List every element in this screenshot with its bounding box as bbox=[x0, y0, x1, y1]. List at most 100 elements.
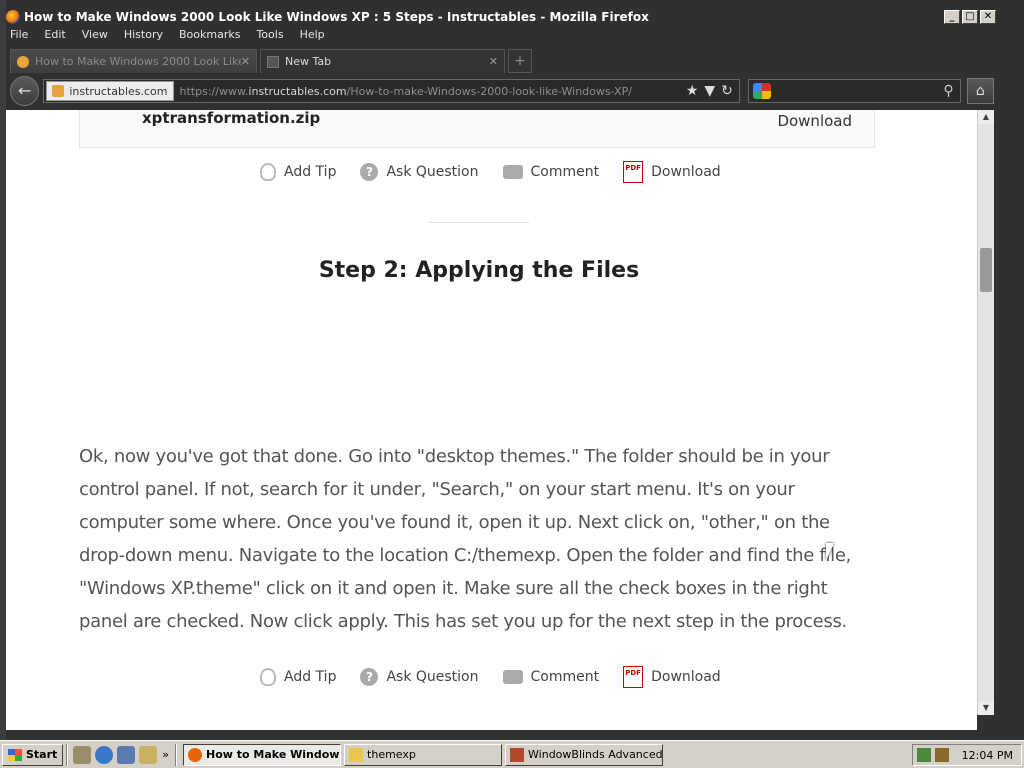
task-label: themexp bbox=[367, 748, 416, 761]
step-actions-bottom: Add Tip ? Ask Question Comment PDF Downloa… bbox=[260, 664, 745, 690]
url-bar[interactable]: instructables.com https://www.instructab… bbox=[43, 79, 740, 103]
history-dropdown-icon[interactable]: ▼ bbox=[704, 83, 715, 99]
site-identity-label: instructables.com bbox=[69, 84, 168, 98]
step-title: Step 2: Applying the Files bbox=[318, 258, 640, 283]
scroll-up-arrow-icon[interactable]: ▲ bbox=[978, 110, 994, 124]
ask-question-button[interactable]: ? Ask Question bbox=[360, 668, 479, 686]
taskbar-item-windowblinds[interactable]: WindowBlinds Advanced ... bbox=[505, 743, 664, 766]
comment-label: Comment bbox=[530, 669, 600, 685]
menu-tools[interactable]: Tools bbox=[256, 28, 283, 46]
menu-view[interactable]: View bbox=[82, 28, 108, 46]
file-name[interactable]: xptransformation.zip bbox=[142, 110, 320, 127]
title-bar[interactable]: How to Make Windows 2000 Look Like Windo… bbox=[6, 7, 996, 26]
volume-icon[interactable] bbox=[935, 748, 949, 762]
menu-history[interactable]: History bbox=[124, 28, 163, 46]
comment-button[interactable]: Comment bbox=[502, 164, 600, 180]
taskbar-item-themexp[interactable]: themexp bbox=[344, 743, 503, 766]
firefox-icon bbox=[188, 747, 203, 762]
menu-bookmarks[interactable]: Bookmarks bbox=[179, 28, 240, 46]
add-tip-label: Add Tip bbox=[284, 669, 337, 685]
tab-close-icon[interactable]: ✕ bbox=[489, 55, 498, 68]
taskbar-separator bbox=[175, 743, 178, 766]
quicklaunch-more-icon[interactable]: » bbox=[162, 748, 169, 761]
start-button[interactable]: Start bbox=[2, 743, 64, 766]
outlook-express-icon[interactable] bbox=[117, 745, 136, 764]
navigation-toolbar: ← instructables.com https://www.instruct… bbox=[10, 75, 994, 107]
instructables-favicon-icon bbox=[17, 55, 29, 68]
page-content: xptransformation.zip Download Add Tip ? A… bbox=[6, 110, 977, 730]
tab-label: How to Make Windows 2000 Look Like Wi... bbox=[35, 55, 241, 68]
add-tip-button[interactable]: Add Tip bbox=[260, 163, 336, 181]
maximize-button[interactable]: □ bbox=[962, 9, 978, 24]
page-icon bbox=[267, 55, 279, 68]
download-pdf-button[interactable]: PDF Download bbox=[623, 161, 721, 183]
mouse-cursor-icon bbox=[826, 543, 834, 561]
comment-button[interactable]: Comment bbox=[502, 669, 600, 685]
menu-edit[interactable]: Edit bbox=[44, 28, 65, 46]
file-download-button[interactable]: Download bbox=[777, 112, 852, 130]
pdf-icon: PDF bbox=[623, 161, 644, 183]
firefox-icon bbox=[6, 9, 20, 24]
scroll-down-arrow-icon[interactable]: ▼ bbox=[978, 701, 994, 715]
url-domain: instructables.com bbox=[248, 84, 347, 98]
minimize-button[interactable]: _ bbox=[944, 9, 960, 24]
network-icon[interactable] bbox=[917, 748, 931, 762]
reload-icon[interactable]: ↻ bbox=[721, 83, 733, 99]
tab-new-tab[interactable]: New Tab ✕ bbox=[260, 49, 505, 73]
menu-file[interactable]: File bbox=[10, 28, 28, 46]
ask-question-label: Ask Question bbox=[386, 669, 479, 685]
site-favicon-icon bbox=[52, 85, 65, 97]
folder-icon bbox=[349, 747, 364, 762]
home-button[interactable]: ⌂ bbox=[966, 78, 994, 104]
taskbar-separator bbox=[66, 743, 69, 766]
step-actions-top: Add Tip ? Ask Question Comment PDF Downloa… bbox=[260, 159, 745, 185]
taskbar-item-firefox[interactable]: How to Make Windows... bbox=[183, 743, 342, 766]
back-button[interactable]: ← bbox=[10, 76, 40, 106]
taskbar: Start » How to Make Windows... themexp W… bbox=[0, 740, 1024, 768]
tab-strip: How to Make Windows 2000 Look Like Wi...… bbox=[10, 49, 994, 73]
task-label: How to Make Windows... bbox=[206, 748, 340, 761]
search-box[interactable]: ⚲ bbox=[747, 79, 961, 103]
site-identity-button[interactable]: instructables.com bbox=[46, 81, 174, 101]
internet-explorer-icon[interactable] bbox=[95, 745, 114, 764]
add-tip-button[interactable]: Add Tip bbox=[260, 668, 336, 686]
tab-instructables[interactable]: How to Make Windows 2000 Look Like Wi...… bbox=[10, 49, 257, 73]
comment-icon bbox=[502, 670, 523, 684]
url-prefix: https://www. bbox=[179, 84, 249, 98]
windowblinds-icon bbox=[510, 747, 525, 762]
url-text[interactable]: https://www.instructables.com/How-to-mak… bbox=[180, 85, 680, 98]
new-tab-button[interactable]: + bbox=[508, 49, 532, 73]
menu-help[interactable]: Help bbox=[300, 28, 325, 46]
download-label: Download bbox=[651, 164, 721, 180]
google-search-engine-icon[interactable] bbox=[752, 83, 771, 99]
close-button[interactable]: ✕ bbox=[980, 9, 996, 24]
comment-icon bbox=[502, 165, 523, 179]
ask-question-button[interactable]: ? Ask Question bbox=[360, 163, 479, 181]
question-icon: ? bbox=[360, 668, 379, 686]
lightbulb-icon bbox=[260, 163, 276, 181]
url-bar-icons: ★ ▼ ↻ bbox=[680, 83, 733, 99]
scrollbar-thumb[interactable] bbox=[980, 248, 992, 292]
comment-label: Comment bbox=[530, 164, 600, 180]
vertical-scrollbar[interactable]: ▲ ▼ bbox=[977, 110, 994, 715]
section-divider bbox=[429, 222, 529, 223]
tab-label: New Tab bbox=[285, 55, 332, 68]
clock[interactable]: 12:04 PM bbox=[962, 749, 1013, 762]
show-desktop-icon[interactable] bbox=[73, 745, 92, 764]
window-title: How to Make Windows 2000 Look Like Windo… bbox=[24, 9, 649, 24]
browser-window: How to Make Windows 2000 Look Like Windo… bbox=[0, 0, 1024, 740]
system-tray: 12:04 PM bbox=[912, 744, 1022, 766]
question-icon: ? bbox=[360, 163, 379, 181]
windows-logo-icon bbox=[8, 748, 22, 761]
step-body-text: Ok, now you've got that done. Go into "d… bbox=[79, 446, 852, 632]
menu-bar: File Edit View History Bookmarks Tools H… bbox=[10, 28, 341, 46]
explorer-icon[interactable] bbox=[139, 745, 158, 764]
file-download-box: xptransformation.zip Download bbox=[79, 110, 875, 148]
bookmark-star-icon[interactable]: ★ bbox=[686, 83, 699, 99]
task-label: WindowBlinds Advanced ... bbox=[528, 748, 664, 761]
search-icon[interactable]: ⚲ bbox=[943, 83, 953, 99]
tab-close-icon[interactable]: ✕ bbox=[241, 55, 250, 68]
url-path: /How-to-make-Windows-2000-look-like-Wind… bbox=[346, 84, 632, 98]
start-label: Start bbox=[26, 748, 58, 761]
download-pdf-button[interactable]: PDF Download bbox=[623, 666, 721, 688]
